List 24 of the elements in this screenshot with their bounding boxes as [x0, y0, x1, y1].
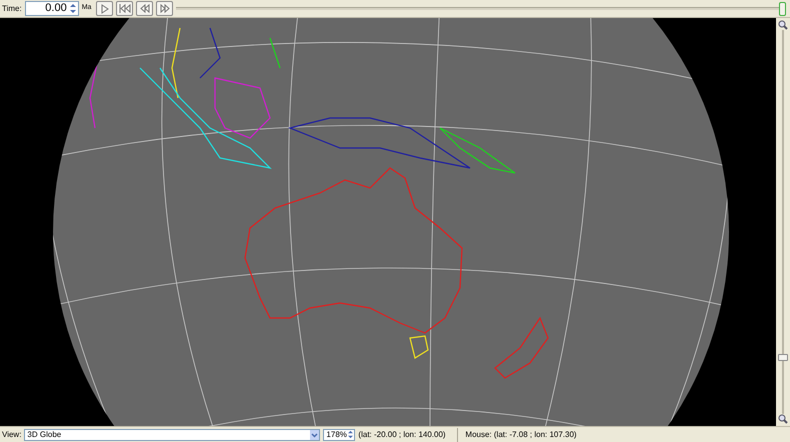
zoom-slider[interactable]: [776, 18, 790, 426]
slider-thumb[interactable]: [779, 2, 786, 16]
spin-arrows-icon[interactable]: [348, 430, 354, 439]
dropdown-arrow-icon: [310, 430, 320, 440]
step-back-button[interactable]: [136, 1, 154, 16]
spin-arrows-icon[interactable]: [70, 3, 76, 14]
play-icon: [100, 4, 109, 14]
skip-back-icon: [118, 4, 131, 13]
time-label: Time:: [2, 2, 22, 14]
rewind-to-start-button[interactable]: [116, 1, 134, 16]
view-label: View:: [2, 428, 22, 440]
time-spinbox[interactable]: 0.00: [24, 1, 79, 16]
rewind-icon: [140, 4, 150, 13]
step-forward-button[interactable]: [156, 1, 174, 16]
zoom-out-icon[interactable]: [778, 414, 788, 424]
slider-thumb[interactable]: [778, 354, 788, 362]
fast-forward-icon: [160, 4, 170, 13]
time-slider[interactable]: [176, 2, 786, 16]
view-dropdown[interactable]: 3D Globe: [24, 428, 320, 440]
zoom-spinbox[interactable]: 178%: [323, 428, 356, 440]
mouse-coordinates: Mouse: (lat: -7.08 ; lon: 107.30): [464, 428, 577, 440]
zoom-in-icon[interactable]: [778, 20, 788, 30]
camera-coordinates: (lat: -20.00 ; lon: 140.00): [358, 428, 447, 440]
play-button[interactable]: [96, 1, 114, 16]
